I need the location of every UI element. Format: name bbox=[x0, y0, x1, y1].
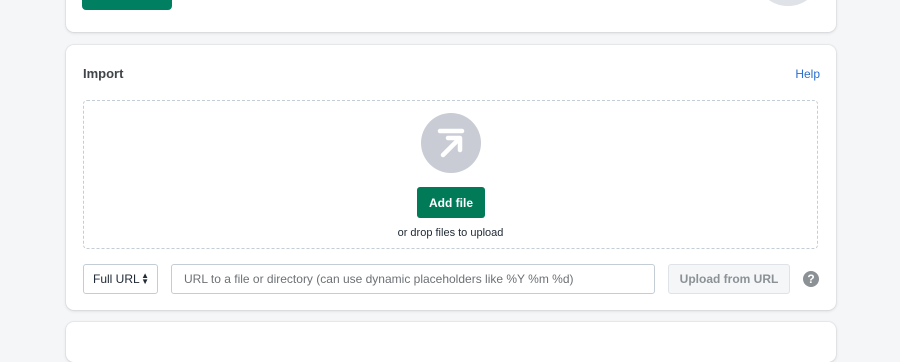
help-link[interactable]: Help bbox=[795, 67, 820, 81]
add-file-button[interactable]: Add file bbox=[417, 187, 485, 218]
url-type-value: Full URL bbox=[93, 272, 140, 286]
upload-arrow-icon bbox=[421, 113, 481, 173]
chevron-up-down-icon: ▲ ▼ bbox=[141, 271, 149, 286]
previous-card bbox=[66, 0, 836, 32]
previous-card-button[interactable] bbox=[82, 0, 172, 10]
url-input[interactable] bbox=[171, 264, 655, 294]
file-dropzone[interactable]: Add file or drop files to upload bbox=[83, 100, 818, 249]
drop-hint-text: or drop files to upload bbox=[397, 227, 504, 239]
upload-from-url-button[interactable]: Upload from URL bbox=[668, 264, 790, 294]
url-type-select[interactable]: Full URL ▲ ▼ bbox=[83, 264, 158, 294]
import-title: Import bbox=[83, 66, 124, 81]
next-card bbox=[66, 322, 836, 362]
previous-card-avatar bbox=[760, 0, 816, 6]
question-circle-icon[interactable]: ? bbox=[803, 271, 819, 287]
import-card: Import Help Add file or drop files to up… bbox=[66, 45, 836, 310]
